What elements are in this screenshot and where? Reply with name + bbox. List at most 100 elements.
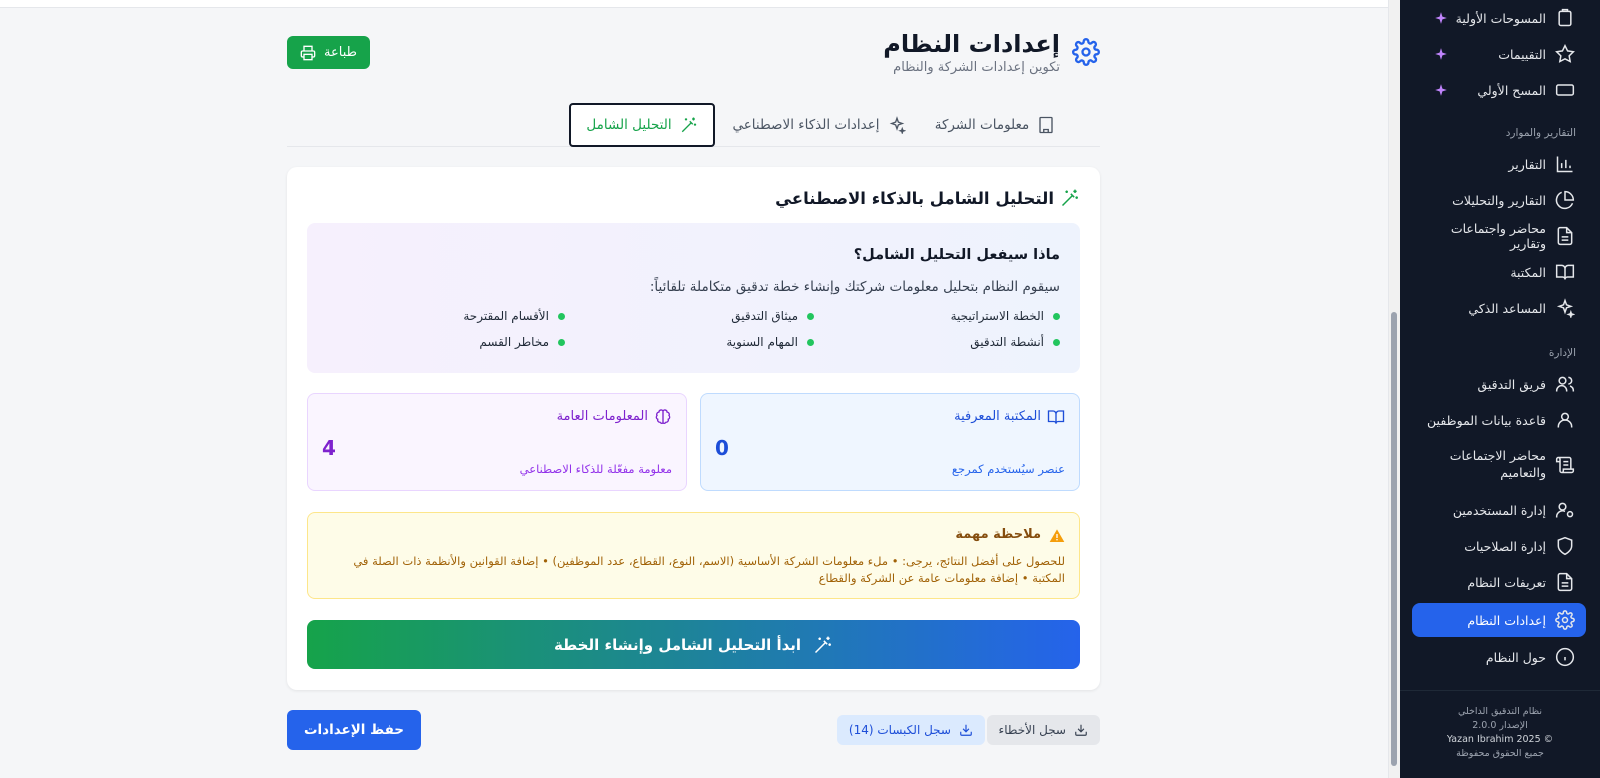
download-icon	[1075, 724, 1087, 736]
sidebar-item-label: التقارير	[1508, 156, 1546, 172]
footer-system-name: نظام التدقيق الداخلي	[1457, 706, 1543, 717]
sidebar-item-label: التقارير والتحليلات	[1452, 192, 1546, 208]
page-scrollbar-thumb[interactable]	[1391, 312, 1397, 766]
sidebar-item-reports-analytics[interactable]: التقارير والتحليلات	[1412, 183, 1586, 217]
presses-log-button[interactable]: سجل الكبسات (14)	[836, 715, 985, 745]
magic-wand-icon	[815, 636, 831, 653]
magic-wand-icon	[1061, 189, 1078, 207]
sidebar-item-label: إدارة المستخدمين	[1452, 502, 1546, 518]
sidebar-item-initial-scan[interactable]: المسح الأولي	[1412, 73, 1586, 107]
sparkles-icon	[889, 116, 906, 134]
book-icon	[1047, 410, 1065, 424]
footer-version: الإصدار 2.0.0	[1472, 720, 1528, 731]
sidebar-item-reports[interactable]: التقارير	[1412, 147, 1586, 181]
sidebar-item-evaluations[interactable]: التقييمات	[1412, 37, 1586, 71]
sidebar-footer: نظام التدقيق الداخلي الإصدار 2.0.0 © Yaz…	[1400, 690, 1600, 778]
warning-icon	[1049, 529, 1065, 542]
sidebar-item-about[interactable]: حول النظام	[1412, 640, 1586, 674]
document-icon	[1557, 226, 1573, 246]
sidebar-item-label: التقييمات	[1498, 46, 1546, 62]
sidebar-item-label: قاعدة بيانات الموظفين	[1427, 412, 1546, 428]
book-icon	[1555, 264, 1575, 280]
sidebar-item-ai-assistant[interactable]: المساعد الذكي	[1412, 291, 1586, 325]
shield-icon	[1557, 536, 1573, 556]
list-item-label: الأقسام المقترحة	[463, 309, 549, 323]
brain-icon	[655, 409, 671, 424]
footer-copyright: © Yazan Ibrahim 2025	[1446, 734, 1554, 745]
list-item: المهام السنوية	[726, 335, 814, 349]
list-item-label: مخاطر القسم	[479, 335, 549, 349]
list-item-label: الخطة الاستراتيجية	[950, 309, 1044, 323]
general-info-stat: المعلومات العامة 4 معلومة مفعّلة للذكاء …	[307, 393, 687, 491]
magic-wand-icon	[681, 117, 696, 133]
sidebar-item-permissions[interactable]: إدارة الصلاحيات	[1412, 529, 1586, 563]
tab-company-info[interactable]: معلومات الشركة	[930, 103, 1060, 147]
sidebar-item-label: تعريفات النظام	[1467, 574, 1546, 590]
sidebar-section-reports: التقارير والموارد	[1505, 127, 1576, 139]
analysis-card: التحليل الشامل بالذكاء الاصطناعي ماذا سي…	[287, 167, 1100, 690]
building-icon	[1039, 116, 1053, 134]
errors-log-button[interactable]: سجل الأخطاء	[986, 715, 1100, 745]
clipboard-icon	[1558, 8, 1572, 27]
sidebar-item-label: إعدادات النظام	[1467, 612, 1546, 628]
list-item-label: ميثاق التدقيق	[731, 309, 798, 323]
sidebar-item-label: إدارة الصلاحيات	[1464, 538, 1546, 554]
sidebar-section-admin: الإدارة	[1548, 347, 1576, 359]
stat-value: 0	[715, 436, 729, 460]
sidebar-item-label: حول النظام	[1485, 649, 1546, 665]
sidebar-item-label: المكتبة	[1510, 264, 1546, 280]
errors-log-label: سجل الأخطاء	[998, 723, 1066, 737]
card-title: التحليل الشامل بالذكاء الاصطناعي	[775, 189, 1054, 208]
sidebar-item-user-management[interactable]: إدارة المستخدمين	[1412, 493, 1586, 527]
sidebar-item-minutes-meetings-reports[interactable]: محاضر واجتماعات وتقارير	[1412, 219, 1586, 253]
list-item-label: أنشطة التدقيق	[970, 335, 1044, 349]
file-text-icon	[1557, 572, 1573, 592]
save-settings-button[interactable]: حفظ الإعدادات	[287, 710, 421, 750]
footer-rights: جميع الحقوق محفوظة	[1456, 748, 1544, 759]
sidebar-item-label: المساعد الذكي	[1468, 300, 1546, 316]
bar-chart-icon	[1556, 156, 1573, 173]
stat-label: المكتبة المعرفية	[954, 409, 1041, 424]
tab-label: إعدادات الذكاء الاصطناعي	[732, 117, 880, 133]
sidebar-item-system-definitions[interactable]: تعريفات النظام	[1412, 565, 1586, 599]
note-body: للحصول على أفضل النتائج، يرجى: • ملء معل…	[353, 554, 1065, 585]
stat-label: المعلومات العامة	[556, 409, 648, 424]
sidebar-item-employee-database[interactable]: قاعدة بيانات الموظفين	[1412, 403, 1586, 437]
stat-value: 4	[322, 436, 336, 460]
printer-icon	[300, 45, 316, 60]
gear-icon	[1072, 38, 1100, 66]
pie-chart-icon	[1555, 190, 1575, 210]
sparkles-icon	[1556, 298, 1575, 318]
tab-label: معلومات الشركة	[934, 117, 1030, 133]
stat-caption: معلومة مفعّلة للذكاء الاصطناعي	[519, 462, 672, 476]
gear-icon	[1555, 610, 1575, 630]
download-icon	[960, 724, 972, 736]
sidebar: المسوحات الأولية التقييمات المسح الأولي …	[1400, 0, 1600, 778]
stat-caption: عنصر سيُستخدم كمرجع	[951, 462, 1065, 476]
start-analysis-button[interactable]: ابدأ التحليل الشامل وإنشاء الخطة	[307, 620, 1080, 669]
tab-comprehensive-analysis[interactable]: التحليل الشامل	[569, 103, 715, 147]
sidebar-item-library[interactable]: المكتبة	[1412, 255, 1586, 289]
sidebar-item-label: محاضر واجتماعات وتقارير	[1450, 221, 1546, 251]
info-description: سيقوم النظام بتحليل معلومات شركتك وإنشاء…	[649, 279, 1060, 295]
start-analysis-label: ابدأ التحليل الشامل وإنشاء الخطة	[553, 635, 802, 654]
user-icon	[1557, 412, 1573, 428]
tab-label: التحليل الشامل	[586, 117, 672, 133]
sidebar-item-audit-team[interactable]: فريق التدقيق	[1412, 367, 1586, 401]
tab-ai-settings[interactable]: إعدادات الذكاء الاصطناعي	[724, 103, 914, 147]
list-item-label: المهام السنوية	[726, 335, 798, 349]
scroll-icon	[1555, 456, 1575, 474]
sidebar-item-system-settings[interactable]: إعدادات النظام	[1412, 603, 1586, 637]
sidebar-item-minutes-circulars[interactable]: محاضر الاجتماعات والتعاميم	[1412, 443, 1586, 487]
print-label: طباعة	[324, 45, 357, 60]
sparkle-badge-icon	[1435, 12, 1447, 24]
note-title: ملاحظة مهمة	[955, 527, 1041, 542]
scan-icon	[1555, 84, 1575, 96]
important-note: ملاحظة مهمة للحصول على أفضل النتائج، يرج…	[307, 512, 1080, 599]
sidebar-item-label: فريق التدقيق	[1477, 376, 1546, 392]
print-button[interactable]: طباعة	[287, 36, 370, 69]
page-subtitle: تكوين إعدادات الشركة والنظام	[893, 60, 1060, 75]
sparkle-badge-icon	[1435, 48, 1447, 60]
sidebar-item-initial-surveys[interactable]: المسوحات الأولية	[1412, 1, 1586, 35]
list-item: مخاطر القسم	[479, 335, 565, 349]
